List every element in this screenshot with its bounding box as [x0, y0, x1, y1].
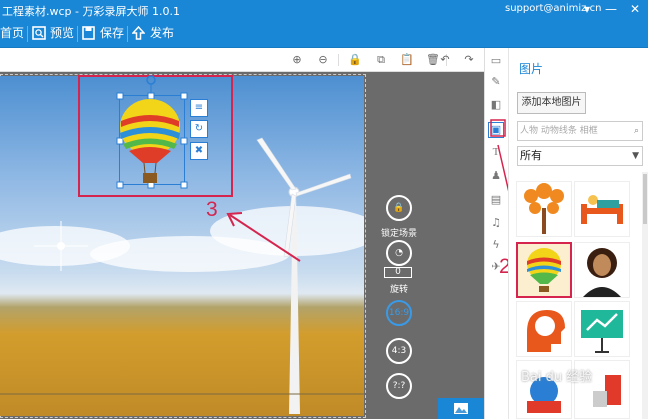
app-window: 工程素材.wcp - 万彩录屏大师 1.0.1 support@animiz.c…: [0, 0, 648, 419]
scrollbar-thumb[interactable]: [643, 174, 647, 224]
toolbar-divider: [77, 26, 78, 42]
delete-element-icon[interactable]: ✖: [190, 142, 208, 160]
category-select-value: 所有: [520, 149, 542, 162]
chevron-down-icon: ▼: [632, 151, 639, 161]
preview-icon: [32, 26, 46, 40]
thumbnail-hospital-bed[interactable]: [574, 181, 630, 237]
paste-icon[interactable]: 📋: [399, 52, 415, 68]
rotate-tool-icon[interactable]: ↻: [190, 120, 208, 138]
redo-icon[interactable]: ↷: [461, 52, 477, 68]
toolbar-divider: [27, 26, 28, 42]
thumbnail-tree[interactable]: [516, 181, 572, 237]
align-icon[interactable]: ≡: [190, 99, 208, 117]
close-button[interactable]: ✕: [626, 0, 644, 20]
user-icon[interactable]: ▾: [578, 0, 596, 20]
hot-air-balloon-icon: [120, 99, 180, 183]
pen-icon[interactable]: ✎: [489, 75, 503, 89]
publish-label: 发布: [150, 26, 175, 40]
save-button[interactable]: 保存: [82, 20, 126, 48]
window-title: 工程素材.wcp - 万彩录屏大师 1.0.1: [2, 5, 180, 18]
thumbnail-woman[interactable]: [574, 242, 630, 298]
thumbnail-hot-air-balloon[interactable]: [516, 242, 572, 298]
image-search-input[interactable]: 人物 动物线条 相框 ⌕: [517, 121, 643, 141]
watermark-text: Bai du 经验: [521, 370, 593, 385]
toolbar-divider: [127, 26, 128, 42]
main-toolbar: 首页 预览 保存 发布: [0, 20, 648, 48]
image-panel: 图片 添加本地图片 人物 动物线条 相框 ⌕ 所有 ▼ Bai du 经验: [508, 48, 648, 419]
flash-icon[interactable]: ϟ: [489, 238, 503, 252]
side-toolbar: ▭ ✎ ◧ ▣ T ♟ ▤ ♫ ϟ ✈: [484, 48, 508, 419]
zoom-out-icon[interactable]: ⊖: [315, 52, 331, 68]
lock-scene-icon[interactable]: 🔒: [386, 195, 412, 221]
save-icon: [82, 26, 95, 40]
category-select[interactable]: 所有 ▼: [517, 146, 643, 166]
ratio-16-9-button[interactable]: 16:9: [386, 300, 412, 326]
hot-air-balloon-icon: [527, 248, 561, 292]
image-tab-button[interactable]: [438, 398, 484, 419]
rotate-label: 旋转: [389, 285, 408, 295]
search-icon[interactable]: ⌕: [634, 122, 639, 140]
undo-icon[interactable]: ↶: [437, 52, 453, 68]
comment-icon[interactable]: ▭: [489, 54, 503, 68]
publish-icon: [132, 26, 145, 40]
ratio-custom-button[interactable]: ?:?: [386, 373, 412, 399]
add-local-image-button[interactable]: 添加本地图片: [517, 92, 586, 114]
annotation-number-3: 3: [206, 198, 218, 221]
title-bar: 工程素材.wcp - 万彩录屏大师 1.0.1 support@animiz.c…: [0, 0, 648, 20]
tree-icon: [524, 183, 564, 234]
copy-icon[interactable]: ⧉: [373, 52, 389, 68]
woman-avatar-icon: [583, 248, 621, 297]
shapes-icon[interactable]: ◧: [489, 98, 503, 112]
lock-icon[interactable]: 🔒: [347, 52, 363, 68]
panel-title: 图片: [519, 62, 544, 76]
home-button[interactable]: 首页: [0, 20, 24, 48]
zoom-in-icon[interactable]: ⊕: [289, 52, 305, 68]
thumbnail-brain-head[interactable]: [516, 301, 572, 357]
scrollbar[interactable]: [642, 172, 648, 419]
lock-scene-label: 锁定场景: [380, 229, 417, 239]
search-placeholder: 人物 动物线条 相框: [520, 126, 598, 136]
thumbnail-chart-board[interactable]: [574, 301, 630, 357]
ratio-4-3-button[interactable]: 4:3: [386, 338, 412, 364]
rotate-value-field[interactable]: 0: [384, 267, 412, 278]
preview-label: 预览: [50, 26, 75, 40]
brain-head-icon: [527, 310, 565, 352]
rotate-dial-icon[interactable]: ◔: [386, 240, 412, 266]
save-label: 保存: [100, 26, 125, 40]
publish-button[interactable]: 发布: [132, 20, 176, 48]
minimize-button[interactable]: —: [602, 0, 620, 20]
divider: [338, 54, 339, 66]
image-icon: [454, 403, 468, 414]
canvas-toolbar: ⊕ ⊖ 🔒 ⧉ 📋 🗑 ↶ ↷: [0, 48, 484, 72]
preview-button[interactable]: 预览: [32, 20, 74, 48]
chart-board-icon: [581, 310, 623, 353]
hospital-bed-icon: [581, 195, 623, 224]
annotation-arrow: [226, 212, 301, 262]
